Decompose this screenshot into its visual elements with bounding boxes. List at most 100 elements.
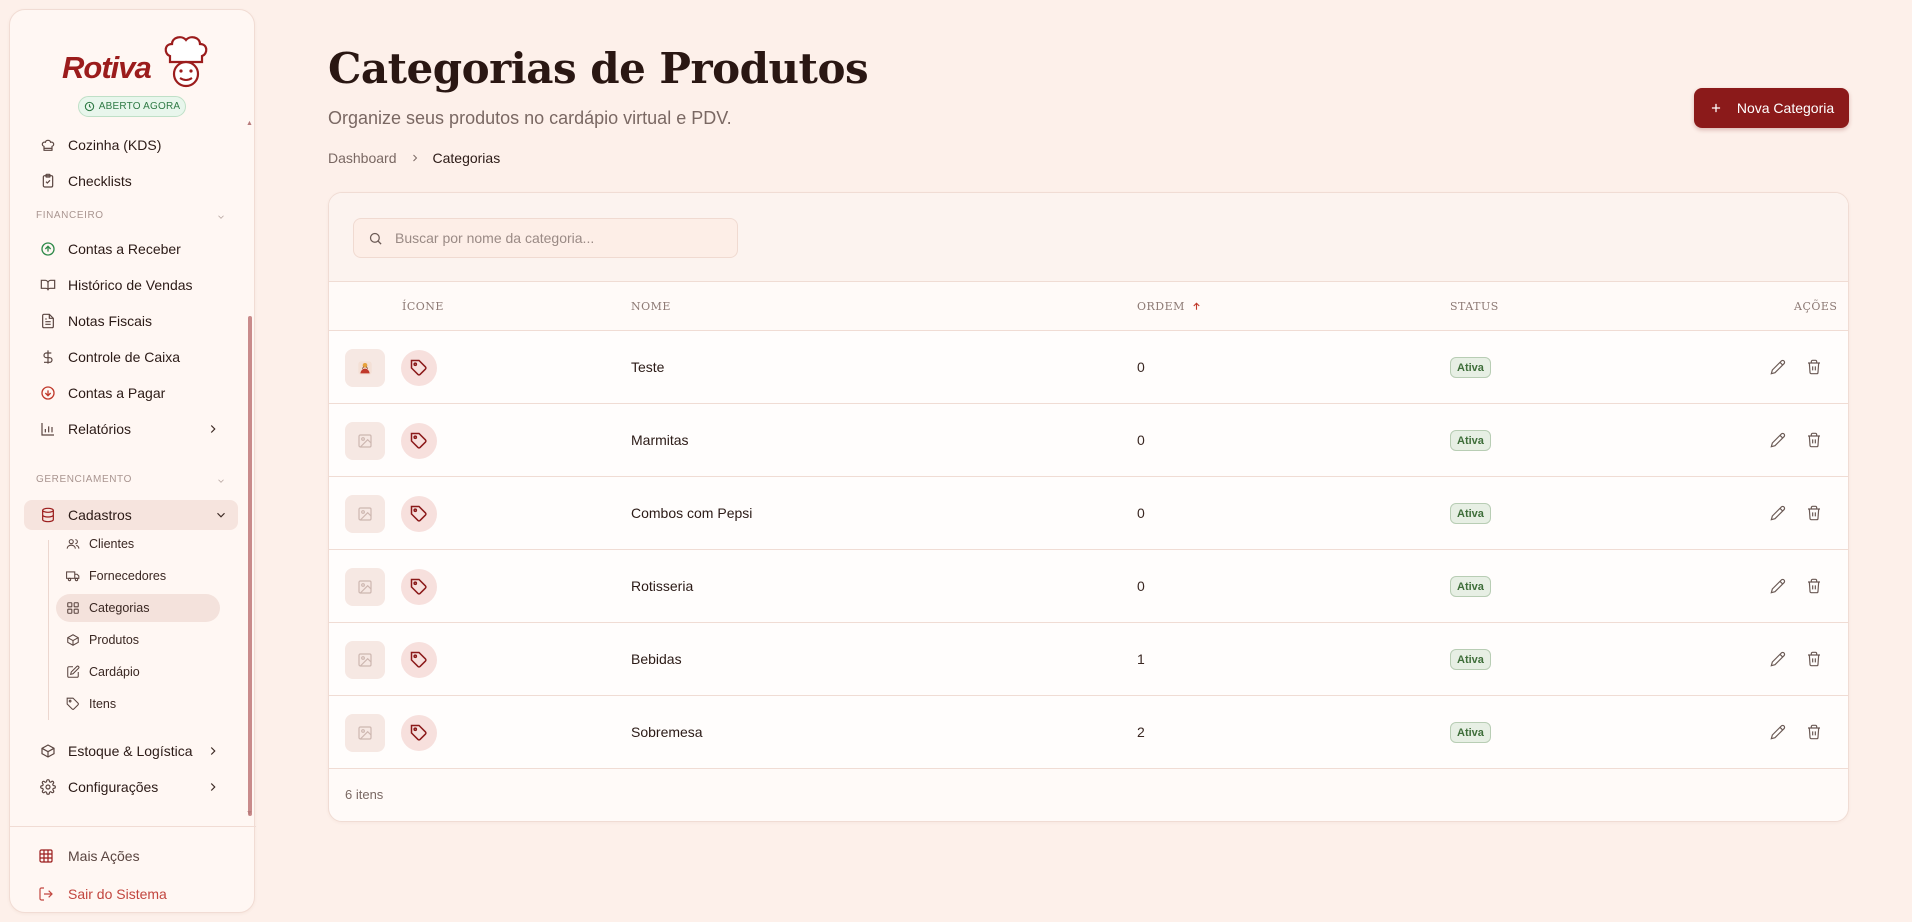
category-icon xyxy=(401,569,437,605)
breadcrumb-dashboard[interactable]: Dashboard xyxy=(328,150,397,166)
category-order: 0 xyxy=(1137,432,1145,448)
sidebar-item-label: Controle de Caixa xyxy=(68,349,181,365)
sidebar-item-kds[interactable]: Cozinha (KDS) xyxy=(30,130,230,160)
col-acoes: AÇÕES xyxy=(1794,300,1838,313)
sidebar-subitem-fornecedores[interactable]: Fornecedores xyxy=(56,562,220,590)
users-icon xyxy=(66,539,80,549)
search-input[interactable] xyxy=(395,230,725,246)
status-badge: Ativa xyxy=(1450,576,1491,597)
edit-button[interactable] xyxy=(1770,359,1786,375)
search-box[interactable] xyxy=(353,218,738,258)
table-row[interactable]: Bebidas 1 Ativa xyxy=(329,623,1848,696)
category-image[interactable] xyxy=(345,422,385,460)
category-icon xyxy=(401,715,437,751)
scroll-up-icon[interactable]: ▲ xyxy=(246,120,253,127)
category-icon xyxy=(401,496,437,532)
delete-button[interactable] xyxy=(1806,359,1822,375)
delete-button[interactable] xyxy=(1806,578,1822,594)
edit-button[interactable] xyxy=(1770,505,1786,521)
status-badge: Ativa xyxy=(1450,503,1491,524)
logout-label: Sair do Sistema xyxy=(68,886,167,902)
dollar-sign-icon xyxy=(43,350,53,364)
category-image[interactable] xyxy=(345,641,385,679)
sidebar-item-label: Configurações xyxy=(68,779,159,795)
image-placeholder-icon xyxy=(358,580,372,594)
category-image[interactable] xyxy=(345,349,385,387)
delete-button[interactable] xyxy=(1806,432,1822,448)
sidebar-divider xyxy=(10,826,256,827)
sidebar-subitem-clientes[interactable]: Clientes xyxy=(56,530,220,558)
sidebar-item-notas-fiscais[interactable]: Notas Fiscais xyxy=(30,306,230,336)
category-image[interactable] xyxy=(345,568,385,606)
new-category-label: Nova Categoria xyxy=(1736,100,1835,116)
delete-button[interactable] xyxy=(1806,505,1822,521)
table-row[interactable]: Marmitas 0 Ativa xyxy=(329,404,1848,477)
sidebar-item-contas-receber[interactable]: Contas a Receber xyxy=(30,234,230,264)
page-title: Categorias de Produtos xyxy=(328,44,869,93)
edit-button[interactable] xyxy=(1770,578,1786,594)
sidebar-item-label: Contas a Pagar xyxy=(68,385,166,401)
open-status-badge: ABERTO AGORA xyxy=(78,96,186,117)
image-placeholder-icon xyxy=(358,653,372,667)
category-image[interactable] xyxy=(345,495,385,533)
category-image[interactable] xyxy=(345,714,385,752)
col-status[interactable]: STATUS xyxy=(1450,300,1499,313)
sidebar-item-contas-pagar[interactable]: Contas a Pagar xyxy=(30,378,230,408)
sidebar-more-actions[interactable]: Mais Ações xyxy=(28,842,228,870)
sidebar-item-checklists[interactable]: Checklists xyxy=(30,166,230,196)
tag-icon xyxy=(410,651,427,668)
sidebar-subitem-produtos[interactable]: Produtos xyxy=(56,626,220,654)
sidebar-item-estoque[interactable]: Estoque & Logística xyxy=(30,736,230,766)
sidebar-subitem-label: Cardápio xyxy=(89,665,140,679)
sidebar-subitem-cardapio[interactable]: Cardápio xyxy=(56,658,220,686)
section-gerenciamento[interactable]: GERENCIAMENTO xyxy=(36,474,236,490)
sidebar-scrollbar[interactable] xyxy=(248,316,252,816)
sidebar-item-label: Cozinha (KDS) xyxy=(68,137,162,153)
category-name: Teste xyxy=(631,359,665,375)
sidebar-item-configuracoes[interactable]: Configurações xyxy=(30,772,230,802)
edit-button[interactable] xyxy=(1770,651,1786,667)
table-row[interactable]: Teste 0 Ativa xyxy=(329,331,1848,404)
arrow-down-circle-icon xyxy=(41,386,55,400)
tag-icon xyxy=(66,697,79,710)
tag-icon xyxy=(410,578,427,595)
col-nome[interactable]: NOME xyxy=(631,300,671,313)
image-placeholder-icon xyxy=(358,434,372,448)
col-ordem[interactable]: ORDEM xyxy=(1137,300,1202,313)
edit-button[interactable] xyxy=(1770,432,1786,448)
edit-button[interactable] xyxy=(1770,724,1786,740)
sidebar-item-relatorios[interactable]: Relatórios xyxy=(30,414,230,444)
pencil-icon xyxy=(1770,578,1786,594)
category-name: Marmitas xyxy=(631,432,689,448)
database-icon xyxy=(42,507,54,523)
new-category-button[interactable]: Nova Categoria xyxy=(1694,88,1849,128)
sidebar-item-cadastros[interactable]: Cadastros xyxy=(24,500,238,530)
status-badge: Ativa xyxy=(1450,430,1491,451)
package-icon xyxy=(67,634,79,646)
trash-icon xyxy=(1808,359,1820,375)
table-footer-count: 6 itens xyxy=(345,787,384,802)
page-subtitle: Organize seus produtos no cardápio virtu… xyxy=(328,108,732,128)
sidebar-item-historico-vendas[interactable]: Histórico de Vendas xyxy=(30,270,230,300)
delete-button[interactable] xyxy=(1806,724,1822,740)
table-row[interactable]: Sobremesa 2 Ativa xyxy=(329,696,1848,769)
logo[interactable]: Rotiva ABERTO AGORA xyxy=(10,24,256,120)
sidebar-subitem-label: Categorias xyxy=(89,601,150,615)
sidebar-subitem-itens[interactable]: Itens xyxy=(56,690,220,718)
section-financeiro[interactable]: FINANCEIRO xyxy=(36,210,236,226)
sidebar-logout[interactable]: Sair do Sistema xyxy=(28,880,228,908)
open-status-text: ABERTO AGORA xyxy=(98,101,181,112)
delete-button[interactable] xyxy=(1806,651,1822,667)
sidebar-item-controle-caixa[interactable]: Controle de Caixa xyxy=(30,342,230,372)
sidebar-subitem-categorias[interactable]: Categorias xyxy=(56,594,220,622)
clipboard-check-icon xyxy=(42,173,54,188)
category-order: 1 xyxy=(1137,651,1145,667)
file-text-icon xyxy=(42,313,54,329)
sidebar-subitem-label: Itens xyxy=(89,697,117,711)
table-row[interactable]: Rotisseria 0 Ativa xyxy=(329,550,1848,623)
table-row[interactable]: Combos com Pepsi 0 Ativa xyxy=(329,477,1848,550)
scroll-down-icon[interactable]: ▼ xyxy=(246,810,253,817)
pencil-icon xyxy=(1770,432,1786,448)
status-badge: Ativa xyxy=(1450,722,1491,743)
chevron-right-icon xyxy=(210,747,216,755)
